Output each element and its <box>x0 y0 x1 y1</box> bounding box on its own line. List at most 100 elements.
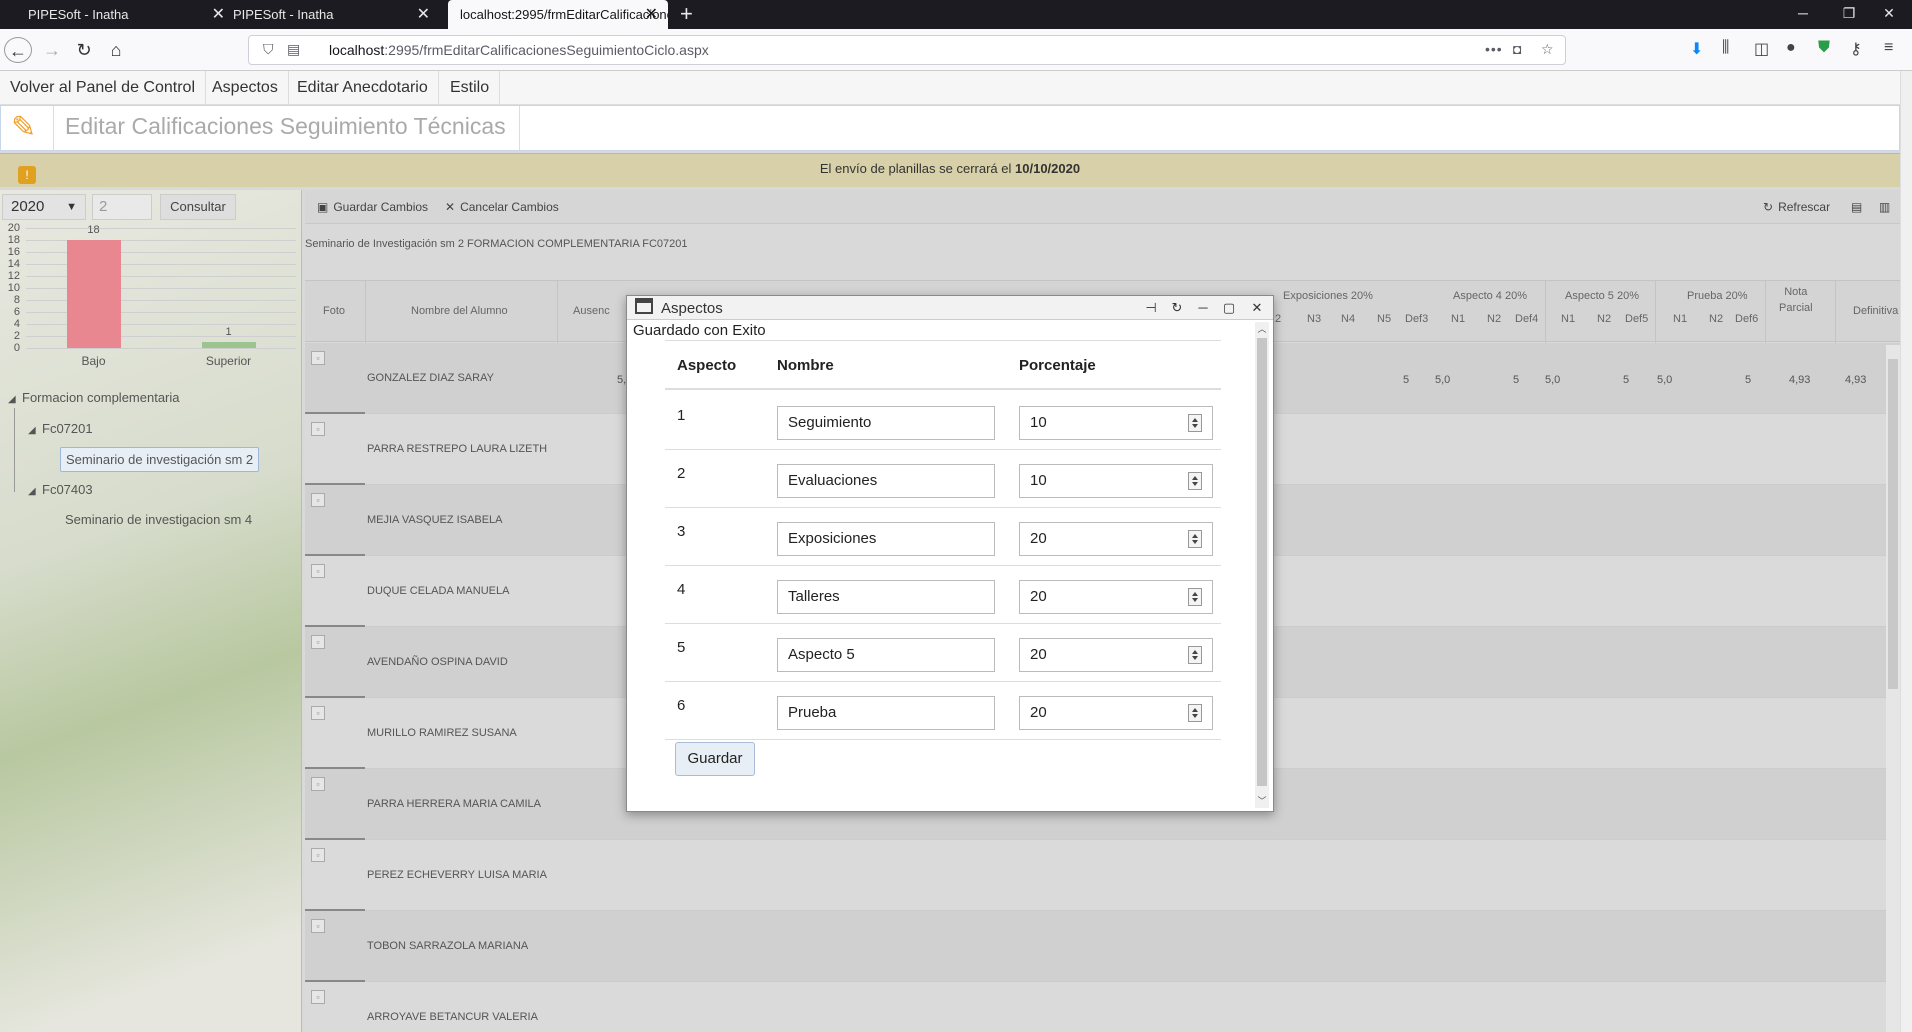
maximize-icon[interactable]: ▢ <box>1219 298 1239 318</box>
aspect-name-input[interactable]: Prueba <box>777 696 995 730</box>
account-avatar-icon[interactable]: ● <box>1786 39 1796 57</box>
page-scrollbar[interactable] <box>1900 71 1912 1032</box>
cell-def3[interactable]: 5 <box>1403 374 1409 386</box>
reload-icon[interactable]: ↻ <box>1167 298 1187 318</box>
aspect-name-input[interactable]: Seguimiento <box>777 406 995 440</box>
year-select[interactable]: 2020 ▼ <box>2 194 86 220</box>
expand-triangle-icon[interactable]: ◢ <box>8 394 22 405</box>
spinner-arrows-icon[interactable] <box>1188 472 1202 490</box>
aspect-percentage-stepper[interactable]: 20 <box>1019 696 1213 730</box>
more-actions-icon[interactable]: ••• <box>1485 41 1503 57</box>
notice-text: El envío de planillas se cerrará el <box>819 161 1012 176</box>
scrollbar-thumb[interactable] <box>1888 359 1898 689</box>
percentage-value: 20 <box>1030 646 1047 663</box>
cell-n1[interactable]: 5,0 <box>1545 374 1560 386</box>
notice-date: 10/10/2020 <box>1015 161 1081 176</box>
sidebar-icon[interactable]: ◫ <box>1754 39 1769 59</box>
export-pdf-icon[interactable]: ▥ <box>1879 200 1890 214</box>
page-info-icon[interactable]: ▤ <box>287 41 300 58</box>
scrollbar-thumb[interactable] <box>1257 338 1267 786</box>
new-tab-icon[interactable]: + <box>680 0 693 27</box>
chevron-down-icon[interactable]: ﹀ <box>1255 794 1269 808</box>
year-select-value: 2020 <box>11 198 45 215</box>
url-bar[interactable]: ⛉ ▤ localhost:2995/frmEditarCalificacion… <box>248 35 1566 65</box>
aspect-name-input[interactable]: Exposiciones <box>777 522 995 556</box>
spinner-arrows-icon[interactable] <box>1188 588 1202 606</box>
cell-n1[interactable]: 5,0 <box>1435 374 1450 386</box>
shield-icon[interactable]: ⛉ <box>263 41 274 58</box>
tree-node-root[interactable]: ◢ Formacion complementaria <box>8 390 180 405</box>
table-row[interactable]: ▫ ARROYAVE BETANCUR VALERIA <box>305 982 1900 1032</box>
back-icon[interactable]: ← <box>4 37 32 63</box>
extension-key-icon[interactable]: ⚷ <box>1850 39 1862 59</box>
browser-tab-1[interactable]: PIPESoft - Inatha ✕ <box>16 0 235 29</box>
extension-shield-icon[interactable]: ⛊ <box>1818 39 1830 57</box>
aspect-percentage-stepper[interactable]: 10 <box>1019 406 1213 440</box>
aspect-percentage-stepper[interactable]: 20 <box>1019 580 1213 614</box>
chevron-down-icon: ▼ <box>66 201 77 213</box>
minimize-icon[interactable]: ─ <box>1193 298 1213 318</box>
tree-node-seminario-sm2[interactable]: Seminario de investigación sm 2 <box>60 447 260 472</box>
menu-aspectos[interactable]: Aspectos <box>202 71 289 105</box>
cell-n1[interactable]: 5,0 <box>1657 374 1672 386</box>
close-window-icon[interactable]: ✕ <box>1866 0 1912 29</box>
expand-triangle-icon[interactable]: ◢ <box>28 425 42 436</box>
minimize-window-icon[interactable]: ─ <box>1780 0 1826 29</box>
chevron-up-icon[interactable]: ︿ <box>1255 322 1269 336</box>
guardar-button[interactable]: Guardar <box>675 742 755 776</box>
tree-node-fc07403[interactable]: ◢ Fc07403 <box>28 482 93 497</box>
aspect-percentage-stepper[interactable]: 20 <box>1019 522 1213 556</box>
cell-ausencias[interactable]: 5, <box>617 374 626 386</box>
library-icon[interactable]: ⫼ <box>1722 39 1729 57</box>
aspect-name-input[interactable]: Aspecto 5 <box>777 638 995 672</box>
menu-estilo[interactable]: Estilo <box>440 71 501 105</box>
browser-tab-3[interactable]: localhost:2995/frmEditarCalificacionesSe… <box>448 0 668 29</box>
expand-triangle-icon[interactable]: ◢ <box>28 486 42 497</box>
grid-scrollbar[interactable] <box>1886 345 1900 1032</box>
menu-hamburger-icon[interactable]: ≡ <box>1884 39 1893 57</box>
aspect-name-input[interactable]: Evaluaciones <box>777 464 995 498</box>
table-row: 4 Talleres 20 <box>665 566 1221 624</box>
home-icon[interactable]: ⌂ <box>102 37 130 63</box>
close-icon[interactable]: ✕ <box>1247 298 1267 318</box>
table-row[interactable]: ▫ PEREZ ECHEVERRY LUISA MARIA <box>305 840 1900 911</box>
forward-icon[interactable]: → <box>38 37 66 63</box>
aspect-percentage-stepper[interactable]: 10 <box>1019 464 1213 498</box>
cell-def4[interactable]: 5 <box>1513 374 1519 386</box>
download-icon[interactable]: ⬇ <box>1690 39 1703 59</box>
chart-bar[interactable] <box>66 240 121 348</box>
url-text: localhost:2995/frmEditarCalificacionesSe… <box>329 42 709 58</box>
student-name: PARRA RESTREPO LAURA LIZETH <box>367 443 548 455</box>
chart-data-label: 1 <box>225 326 232 338</box>
reload-icon[interactable]: ↻ <box>70 37 98 63</box>
close-icon[interactable]: ✕ <box>417 0 430 29</box>
table-row[interactable]: ▫ TOBON SARRAZOLA MARIANA <box>305 911 1900 982</box>
cell-def5[interactable]: 5 <box>1623 374 1629 386</box>
spinner-arrows-icon[interactable] <box>1188 704 1202 722</box>
period-input[interactable]: 2 <box>92 194 152 220</box>
save-changes-button[interactable]: ▣ Guardar Cambios <box>317 200 428 214</box>
dialog-scrollbar[interactable]: ︿ ﹀ <box>1255 322 1269 808</box>
aspect-percentage-stepper[interactable]: 20 <box>1019 638 1213 672</box>
cancel-changes-button[interactable]: ✕ Cancelar Cambios <box>445 200 559 214</box>
bookmark-star-icon[interactable]: ☆ <box>1541 41 1554 58</box>
pocket-icon[interactable]: ◘ <box>1513 41 1521 57</box>
spinner-arrows-icon[interactable] <box>1188 646 1202 664</box>
menu-editar-anecdotario[interactable]: Editar Anecdotario <box>287 71 439 105</box>
cell-def6[interactable]: 5 <box>1745 374 1751 386</box>
chart-bar[interactable] <box>201 342 256 348</box>
export-excel-icon[interactable]: ▤ <box>1851 200 1862 214</box>
photo-icon: ▫ <box>311 564 325 578</box>
spinner-arrows-icon[interactable] <box>1188 414 1202 432</box>
browser-tab-2[interactable]: PIPESoft - Inatha ✕ <box>221 0 440 29</box>
refresh-button[interactable]: ↻ Refrescar <box>1763 200 1830 214</box>
pin-icon[interactable]: ⊣ <box>1141 298 1161 318</box>
consultar-button[interactable]: Consultar <box>160 194 236 220</box>
dialog-title: Aspectos <box>661 300 723 317</box>
tree-node-seminario-sm4[interactable]: Seminario de investigacion sm 4 <box>65 512 252 527</box>
close-icon[interactable]: ✕ <box>645 0 658 29</box>
menu-volver-panel[interactable]: Volver al Panel de Control <box>0 71 206 105</box>
spinner-arrows-icon[interactable] <box>1188 530 1202 548</box>
tree-node-fc07201[interactable]: ◢ Fc07201 <box>28 421 93 436</box>
aspect-name-input[interactable]: Talleres <box>777 580 995 614</box>
